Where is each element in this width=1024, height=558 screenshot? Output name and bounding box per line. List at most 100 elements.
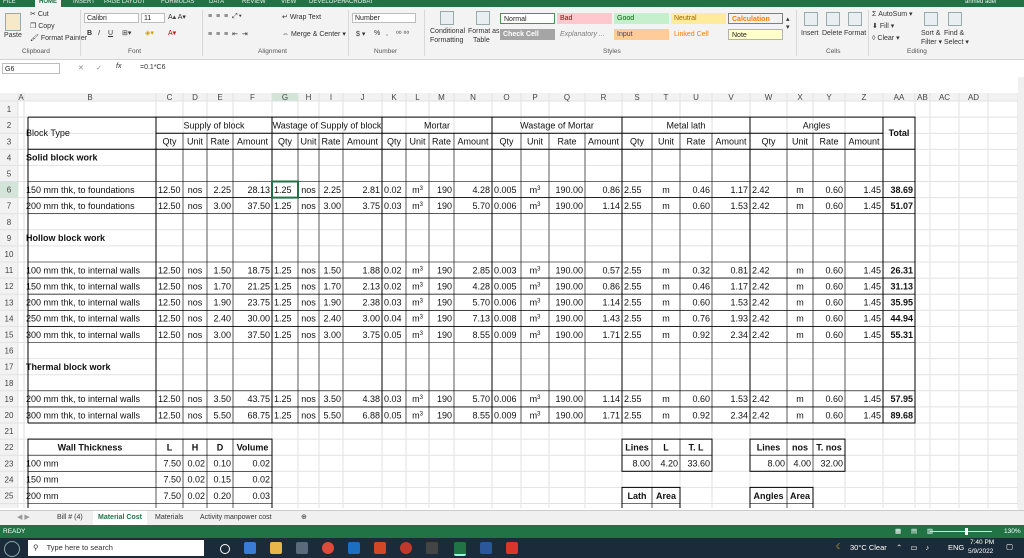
file-explorer-icon[interactable]: [270, 542, 282, 554]
format-button[interactable]: Format: [844, 30, 866, 37]
ribbon-tab-view[interactable]: VIEW: [281, 0, 296, 7]
sheet-tab-activity[interactable]: Activity manpower cost: [195, 511, 277, 525]
conditional-formatting-label[interactable]: Conditional: [430, 28, 465, 35]
style-neutral[interactable]: Neutral: [671, 13, 726, 24]
sort-filter-label-2[interactable]: Filter ▾: [921, 38, 942, 46]
media-icon[interactable]: [400, 542, 412, 554]
ribbon-tab-page-layout[interactable]: PAGE LAYOUT: [104, 0, 145, 7]
align-top-icons[interactable]: ≡ ≡ ≡ ⤢▾: [208, 13, 243, 21]
task-view-icon[interactable]: [220, 544, 230, 554]
font-size-select[interactable]: 11: [141, 13, 165, 23]
enter-icon[interactable]: ✓: [96, 64, 102, 72]
sheet-tab-bill[interactable]: Bill # (4): [52, 511, 88, 525]
sheet-nav-arrows[interactable]: ◀ ▶: [12, 511, 35, 525]
clear-button[interactable]: ◊ Clear ▾: [872, 34, 900, 42]
style-input[interactable]: Input: [614, 29, 669, 40]
cut-button[interactable]: ✂ Cut: [30, 10, 49, 18]
sort-filter-icon[interactable]: [924, 12, 938, 26]
borders-icon[interactable]: ⊞▾: [122, 29, 131, 37]
excel-icon[interactable]: [454, 542, 466, 556]
name-box[interactable]: G6: [2, 63, 60, 74]
font-color-icon[interactable]: A▾: [168, 29, 176, 37]
paste-icon[interactable]: [5, 13, 21, 31]
ribbon-tab-data[interactable]: DATA: [209, 0, 224, 7]
store-icon[interactable]: [296, 542, 308, 554]
grow-font-button[interactable]: A▴ A▾: [168, 13, 186, 21]
delete-button[interactable]: Delete: [822, 30, 842, 37]
word-icon[interactable]: [480, 542, 492, 554]
formula-input[interactable]: =0.1*C6: [140, 64, 166, 71]
add-sheet-icon[interactable]: ⊕: [296, 511, 312, 525]
app-icon[interactable]: [426, 542, 438, 554]
copy-button[interactable]: ❐ Copy: [30, 22, 55, 30]
clock-time[interactable]: 7:40 PM: [970, 539, 994, 546]
taskbar-search[interactable]: ⚲ Type here to search: [28, 540, 204, 556]
acrobat-icon[interactable]: [506, 542, 518, 554]
ribbon-tab-home[interactable]: HOME: [35, 0, 61, 7]
format-as-table-label-2[interactable]: Table: [473, 37, 490, 44]
conditional-formatting-label-2[interactable]: Formatting: [430, 37, 463, 44]
currency-button[interactable]: $ ▾: [356, 30, 365, 38]
italic-button[interactable]: I: [98, 30, 100, 37]
cancel-icon[interactable]: ✕: [78, 64, 84, 72]
spreadsheet-grid[interactable]: A B C D E F G H I J K L M N O P Q R S T U V W X Y Z AA AB AC AD 1 2 3 4 5 6…: [0, 93, 1018, 508]
style-calculation[interactable]: Calculation: [728, 13, 783, 24]
style-explanatory[interactable]: Explanatory ...: [557, 29, 612, 40]
insert-button[interactable]: Insert: [801, 30, 819, 37]
tray-icons[interactable]: ⌃ ▭ ♪: [896, 543, 932, 552]
format-cells-icon[interactable]: [848, 12, 862, 26]
edge-icon[interactable]: [244, 542, 256, 554]
language-indicator[interactable]: ENG: [948, 543, 964, 552]
ribbon-tab-formulas[interactable]: FORMULAS: [161, 0, 194, 7]
find-select-label-2[interactable]: Select ▾: [944, 38, 969, 46]
number-format-select[interactable]: Number: [352, 13, 416, 23]
fill-button[interactable]: ⬇ Fill ▾: [872, 22, 894, 30]
conditional-formatting-icon[interactable]: [440, 11, 454, 25]
bold-button[interactable]: B: [87, 30, 92, 37]
ribbon-tab-file[interactable]: FILE: [3, 0, 16, 7]
ribbon-tab-review[interactable]: REVIEW: [242, 0, 266, 7]
autosum-button[interactable]: Σ AutoSum ▾: [872, 10, 913, 18]
weather-text[interactable]: 30°C Clear: [850, 543, 887, 552]
find-select-icon[interactable]: [948, 12, 962, 26]
comma-button[interactable]: ,: [386, 30, 388, 37]
percent-button[interactable]: %: [374, 30, 380, 37]
outlook-icon[interactable]: [348, 542, 360, 554]
zoom-slider[interactable]: [930, 531, 992, 532]
sheet-tab-materials[interactable]: Materials: [150, 511, 188, 525]
style-good[interactable]: Good: [614, 13, 669, 24]
notification-icon[interactable]: ▢: [1006, 542, 1013, 551]
underline-button[interactable]: U: [108, 30, 113, 37]
powerpoint-icon[interactable]: [374, 542, 386, 554]
chrome-icon[interactable]: [322, 542, 334, 554]
align-left-icons[interactable]: ≡ ≡ ≡ ⇤ ⇥: [208, 30, 249, 38]
ribbon-tab-developer[interactable]: DEVELOPER: [309, 0, 346, 7]
style-normal[interactable]: Normal: [500, 13, 555, 24]
ribbon-tab-insert[interactable]: INSERT: [73, 0, 95, 7]
style-linked-cell[interactable]: Linked Cell: [671, 29, 726, 40]
insert-function-icon[interactable]: fx: [116, 63, 121, 70]
zoom-slider-thumb[interactable]: [965, 528, 968, 535]
user-account-name[interactable]: ahmed adel: [965, 0, 996, 7]
format-painter-button[interactable]: 🖌 Format Painter: [30, 34, 87, 42]
zoom-level[interactable]: 130%: [1004, 525, 1021, 538]
delete-cells-icon[interactable]: [826, 12, 840, 26]
style-check-cell[interactable]: Check Cell: [500, 29, 555, 40]
styles-scroll-icon[interactable]: ▴ ▾: [786, 15, 790, 31]
style-bad[interactable]: Bad: [557, 13, 612, 24]
format-as-table-label[interactable]: Format as: [468, 28, 500, 35]
find-select-label[interactable]: Find &: [944, 30, 964, 37]
vertical-scrollbar[interactable]: [1018, 77, 1024, 510]
style-note[interactable]: Note: [728, 29, 783, 40]
sort-filter-label[interactable]: Sort &: [921, 30, 940, 37]
format-as-table-icon[interactable]: [476, 11, 490, 25]
start-button[interactable]: [4, 541, 20, 557]
merge-center-button[interactable]: ⇔ Merge & Center ▾: [282, 30, 346, 38]
paste-button[interactable]: Paste: [4, 32, 22, 39]
insert-cells-icon[interactable]: [804, 12, 818, 26]
decimal-buttons[interactable]: ⁰⁰ ⁰⁰: [396, 30, 409, 38]
wrap-text-button[interactable]: ↵ Wrap Text: [282, 13, 321, 21]
ribbon-tab-acrobat[interactable]: ACROBAT: [345, 0, 374, 7]
fill-color-icon[interactable]: ◈▾: [145, 29, 154, 37]
clock-date[interactable]: 5/9/2022: [968, 548, 993, 555]
